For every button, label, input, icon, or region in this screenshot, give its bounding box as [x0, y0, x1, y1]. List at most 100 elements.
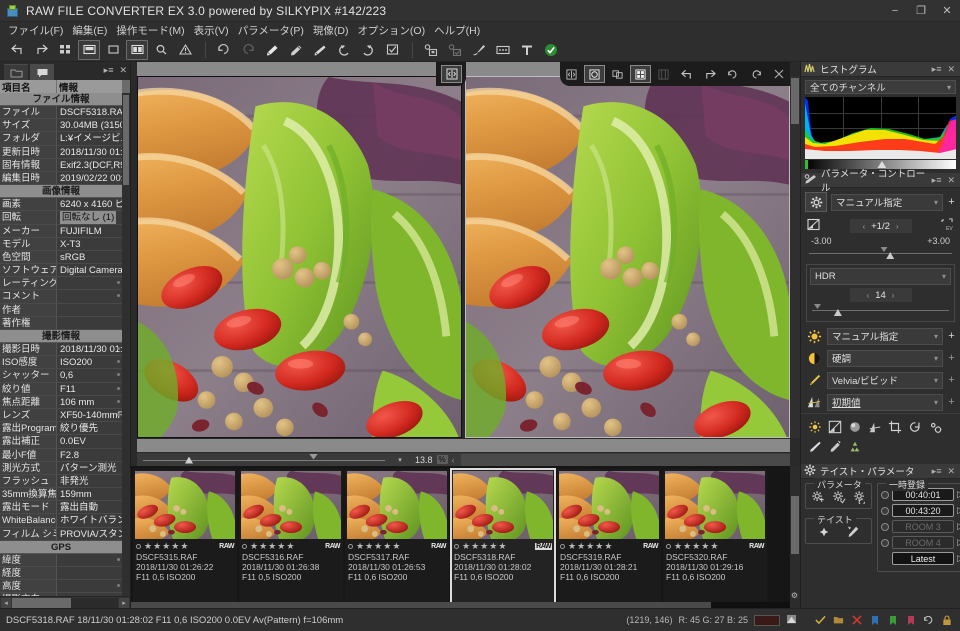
star-icon[interactable]: ★	[286, 542, 294, 551]
register-radio[interactable]	[881, 506, 889, 515]
info-row[interactable]: WhiteBalanceホワイトバランスマニュア	[0, 514, 122, 528]
vertical-split-icon[interactable]	[653, 65, 674, 83]
star-icon[interactable]: ★	[683, 542, 691, 551]
info-row[interactable]: 露出モード 露出自動	[0, 501, 122, 515]
single-view-icon[interactable]	[102, 40, 124, 60]
star-icon[interactable]: ★	[701, 542, 709, 551]
histogram-channel-select[interactable]: 全てのチャンネル ▾	[805, 80, 956, 94]
thumbnail-image[interactable]	[665, 471, 765, 539]
register-row[interactable]: 00:43:20▷	[881, 504, 960, 517]
thumbnail-image[interactable]	[135, 471, 235, 539]
noise-reduction-icon[interactable]	[847, 419, 863, 435]
thumbnail-rating[interactable]: ★ ★ ★ ★ ★ RAW	[136, 541, 234, 552]
star-icon[interactable]: ★	[604, 542, 612, 551]
info-row[interactable]: 露出Program 絞り優先	[0, 422, 122, 436]
info-row[interactable]: フラッシュ 非発光	[0, 474, 122, 489]
info-row[interactable]: フォルダL:¥イメージビ...¥raw	[0, 132, 122, 146]
add-sharpness-preset-icon[interactable]: +	[947, 397, 956, 408]
panel-menu-icon[interactable]: ▸≡	[932, 64, 942, 75]
register-radio[interactable]	[881, 490, 889, 499]
add-preset-icon[interactable]: +	[947, 197, 956, 208]
star-icon[interactable]: ★	[586, 542, 594, 551]
thumbnail-item[interactable]: ★ ★ ★ ★ ★ RAW DSCF5320.RAF 2018/11/30 01:29:16 F…	[663, 469, 767, 608]
gear-icon[interactable]	[805, 192, 827, 212]
contrast-select[interactable]: 硬調 ▾	[827, 349, 943, 367]
star-icon[interactable]: ★	[383, 542, 391, 551]
info-row[interactable]: 固有情報Exif2.3(DCF,R98) Y	[0, 158, 122, 172]
scrollbar-thumb[interactable]	[791, 78, 799, 124]
star-icon[interactable]: ★	[250, 542, 258, 551]
info-row[interactable]: 作者	[0, 303, 122, 317]
left-panel-scrollbar[interactable]	[122, 93, 130, 596]
thumbnail-image[interactable]	[453, 471, 553, 539]
thumbnail-rating[interactable]: ★ ★ ★ ★ ★ RAW	[348, 541, 446, 552]
menu-develop[interactable]: 現像(D)	[313, 22, 358, 39]
add-tone-preset-icon[interactable]: +	[947, 331, 956, 342]
register-chip[interactable]: ROOM 3	[892, 520, 954, 533]
thumbnail-item[interactable]: ★ ★ ★ ★ ★ RAW DSCF5316.RAF 2018/11/30 01:26:38 F…	[239, 469, 343, 608]
panel-menu-icon[interactable]: ▸≡	[932, 175, 942, 186]
green-tag-icon[interactable]	[887, 615, 898, 626]
info-row[interactable]: 撮影日時 2018/11/30 01:2	[0, 343, 122, 357]
info-row[interactable]: 35mm換算焦点159mm	[0, 488, 122, 502]
color-picker-icon[interactable]	[786, 614, 797, 626]
info-row[interactable]: 経度	[0, 567, 122, 581]
exposure-mode-select[interactable]: マニュアル指定 ▾	[831, 193, 943, 211]
lock-icon[interactable]	[941, 614, 952, 626]
brush-icon[interactable]	[468, 40, 490, 60]
star-icon[interactable]: ★	[144, 542, 152, 551]
panel-close-icon[interactable]: ✕	[947, 64, 955, 75]
white-balance-picker-icon[interactable]	[261, 40, 283, 60]
rating-clear-icon[interactable]	[242, 544, 247, 549]
stepper-increment-icon[interactable]: ›	[892, 291, 895, 300]
star-icon[interactable]: ★	[577, 542, 585, 551]
info-row[interactable]: 焦点距離 106 mm	[0, 395, 122, 409]
folder-icon[interactable]	[833, 615, 844, 626]
star-icon[interactable]: ★	[180, 542, 188, 551]
delete-icon[interactable]	[851, 615, 862, 626]
thumbnail-image[interactable]	[559, 471, 659, 539]
info-row[interactable]: 著作権	[0, 316, 122, 330]
prev-frame-icon[interactable]	[676, 65, 697, 83]
gray-balance-picker-icon[interactable]	[285, 40, 307, 60]
rating-clear-icon[interactable]	[560, 544, 565, 549]
grid-compare-icon[interactable]	[630, 65, 651, 83]
two-up-icon[interactable]	[607, 65, 628, 83]
prev-image-icon[interactable]	[6, 40, 28, 60]
star-icon[interactable]: ★	[480, 542, 488, 551]
zoom-step-icon[interactable]: ‹	[448, 455, 459, 465]
check-icon[interactable]	[815, 615, 826, 626]
info-row[interactable]: 測光方式 パターン測光	[0, 461, 122, 475]
info-row[interactable]: モデル X-T3	[0, 237, 122, 251]
thumbnail-rating[interactable]: ★ ★ ★ ★ ★ RAW	[242, 541, 340, 552]
thumbnail-item[interactable]: ★ ★ ★ ★ ★ RAW DSCF5317.RAF 2018/11/30 01:26:53 F…	[345, 469, 449, 608]
tone-curve-icon[interactable]	[827, 419, 843, 435]
undo-icon[interactable]	[213, 40, 235, 60]
info-row[interactable]: メーカー FUJIFILM	[0, 224, 122, 238]
star-icon[interactable]: ★	[710, 542, 718, 551]
maximize-button[interactable]: ❐	[908, 0, 934, 22]
menu-options[interactable]: オプション(O)	[357, 22, 434, 39]
panel-close-icon[interactable]: ✕	[947, 175, 955, 186]
hdr-value-stepper[interactable]: ‹ 14 ›	[849, 288, 912, 302]
register-latest-chip[interactable]: Latest	[892, 552, 954, 565]
red-tag-icon[interactable]	[905, 615, 916, 626]
settings-tool-icon[interactable]	[927, 419, 943, 435]
info-row[interactable]: 絞り値 F11	[0, 382, 122, 396]
tone-select[interactable]: マニュアル指定 ▾	[827, 327, 943, 345]
rotate-right-icon[interactable]	[357, 40, 379, 60]
rating-clear-icon[interactable]	[348, 544, 353, 549]
rating-clear-icon[interactable]	[454, 544, 459, 549]
thumbnail-item[interactable]: ★ ★ ★ ★ ★ RAW DSCF5319.RAF 2018/11/30 01:28:21 F…	[557, 469, 661, 608]
warning-icon[interactable]	[174, 40, 196, 60]
brightness-tool-icon[interactable]	[807, 419, 823, 435]
star-icon[interactable]: ★	[498, 542, 506, 551]
thumbnail-rating[interactable]: ★ ★ ★ ★ ★ RAW	[560, 541, 658, 552]
star-icon[interactable]: ★	[153, 542, 161, 551]
menu-edit[interactable]: 編集(E)	[72, 22, 116, 39]
star-icon[interactable]: ★	[568, 542, 576, 551]
add-color-preset-icon[interactable]: +	[947, 375, 956, 386]
scrollbar-thumb[interactable]	[123, 95, 129, 185]
star-icon[interactable]: ★	[595, 542, 603, 551]
color-select[interactable]: Velvia/ビビッド ▾	[827, 371, 943, 389]
